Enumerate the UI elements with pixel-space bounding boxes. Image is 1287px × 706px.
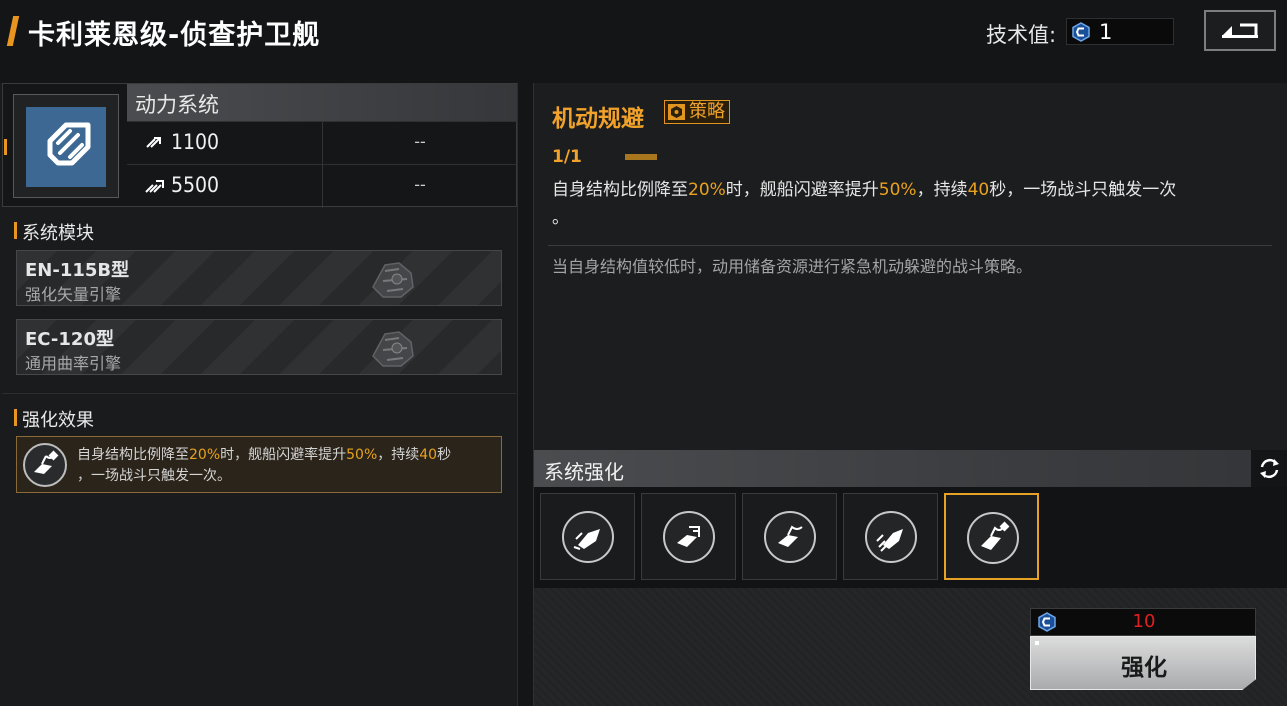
skill-level: 1/1 bbox=[552, 147, 582, 167]
engine-model-icon bbox=[372, 262, 414, 298]
return-icon bbox=[1222, 23, 1258, 38]
system-header: 动力系统 bbox=[127, 84, 517, 121]
level-bar bbox=[625, 154, 657, 160]
back-button[interactable] bbox=[1204, 10, 1276, 51]
enhance-slots bbox=[534, 487, 1287, 588]
ship-evade-icon bbox=[981, 521, 1010, 550]
system-icon-tile bbox=[26, 107, 106, 187]
modules-header: 系统模块 bbox=[14, 219, 94, 245]
stat-row-warp: 5500 -- bbox=[127, 164, 517, 208]
strategy-label: 策略 bbox=[689, 101, 725, 122]
speed-icon bbox=[146, 137, 161, 148]
ship-speed-icon bbox=[573, 529, 600, 550]
stat-value: 1100 bbox=[171, 130, 220, 154]
strategy-icon bbox=[668, 104, 685, 120]
module-card[interactable]: EN-115B型 强化矢量引擎 bbox=[16, 250, 502, 306]
slot-icon-frame bbox=[764, 511, 816, 563]
tech-point-icon bbox=[1072, 22, 1090, 42]
effect-icon-frame bbox=[23, 443, 67, 487]
system-name: 动力系统 bbox=[135, 93, 219, 117]
warp-speed-icon bbox=[145, 180, 164, 193]
strategy-badge: 策略 bbox=[664, 100, 730, 124]
right-panel: 机动规避 策略 1/1 自身结构比例降至20%时，舰船闪避率提升50%，持续40… bbox=[533, 83, 1287, 706]
slot-icon-frame bbox=[663, 511, 715, 563]
module-card[interactable]: EC-120型 通用曲率引擎 bbox=[16, 319, 502, 375]
selection-marker bbox=[4, 139, 7, 155]
skill-description: 自身结构比例降至20%时，舰船闪避率提升50%，持续40秒，一场战斗只触发一次。 bbox=[552, 180, 1177, 228]
stat-value: 5500 bbox=[171, 173, 220, 197]
upgrade-panel: 10 强化 bbox=[534, 588, 1287, 706]
engine-arrow-icon bbox=[47, 122, 91, 166]
evasion-ship-icon bbox=[34, 450, 59, 474]
title-accent bbox=[6, 16, 20, 46]
button-decoration bbox=[1035, 641, 1039, 645]
ship-dash-icon bbox=[876, 529, 903, 552]
enhance-slot[interactable] bbox=[742, 493, 837, 580]
module-subtitle: 通用曲率引擎 bbox=[25, 354, 122, 373]
effect-card: 自身结构比例降至20%时，舰船闪避率提升50%，持续40秒 ，一场战斗只触发一次。 bbox=[16, 436, 502, 493]
cost-value: 10 bbox=[1132, 611, 1156, 632]
divider bbox=[2, 393, 516, 394]
upgrade-button-label: 强化 bbox=[1121, 655, 1167, 681]
effect-header: 强化效果 bbox=[14, 406, 94, 432]
slot-icon-frame bbox=[562, 511, 614, 563]
refresh-button[interactable] bbox=[1251, 450, 1287, 487]
engine-model-icon bbox=[372, 331, 414, 367]
enhance-slot-selected[interactable] bbox=[944, 493, 1039, 580]
upgrade-button[interactable]: 强化 bbox=[1030, 636, 1256, 690]
tech-value-label: 技术值: bbox=[986, 23, 1057, 47]
skill-flavor-text: 当自身结构值较低时，动用储备资源进行紧急机动躲避的战斗策略。 bbox=[552, 257, 1033, 276]
stat-extra: -- bbox=[414, 175, 426, 194]
top-bar: 卡利莱恩级-侦查护卫舰 技术值: 1 bbox=[0, 0, 1287, 70]
cost-box: 10 bbox=[1030, 608, 1256, 636]
ship-turn-icon bbox=[778, 525, 803, 547]
skill-title: 机动规避 bbox=[552, 106, 644, 132]
module-title: EC-120型 bbox=[25, 329, 114, 350]
system-card: 动力系统 1100 -- 5500 -- bbox=[2, 83, 517, 208]
enhance-title: 系统强化 bbox=[544, 460, 624, 484]
enhance-header: 系统强化 bbox=[534, 450, 1287, 487]
system-icon-frame[interactable] bbox=[4, 94, 119, 198]
stat-row-speed: 1100 -- bbox=[127, 121, 517, 165]
module-subtitle: 强化矢量引擎 bbox=[25, 285, 122, 304]
refresh-icon bbox=[1260, 458, 1279, 479]
effect-text: 自身结构比例降至20%时，舰船闪避率提升50%，持续40秒 ，一场战斗只触发一次。 bbox=[77, 447, 452, 484]
slot-icon-frame bbox=[865, 511, 917, 563]
tech-value-box: 1 bbox=[1066, 18, 1174, 45]
left-panel: 动力系统 1100 -- 5500 -- 系统模块 EN-115B型 强化矢量引… bbox=[0, 83, 518, 706]
ship-boost-icon bbox=[677, 526, 700, 547]
enhance-slot[interactable] bbox=[641, 493, 736, 580]
page-title: 卡利莱恩级-侦查护卫舰 bbox=[28, 20, 321, 51]
slot-icon-frame bbox=[967, 512, 1019, 564]
tech-value: 1 bbox=[1099, 20, 1113, 44]
stat-extra: -- bbox=[414, 132, 426, 151]
enhance-slot[interactable] bbox=[540, 493, 635, 580]
module-title: EN-115B型 bbox=[25, 260, 130, 281]
enhance-slot[interactable] bbox=[843, 493, 938, 580]
divider bbox=[548, 245, 1272, 246]
